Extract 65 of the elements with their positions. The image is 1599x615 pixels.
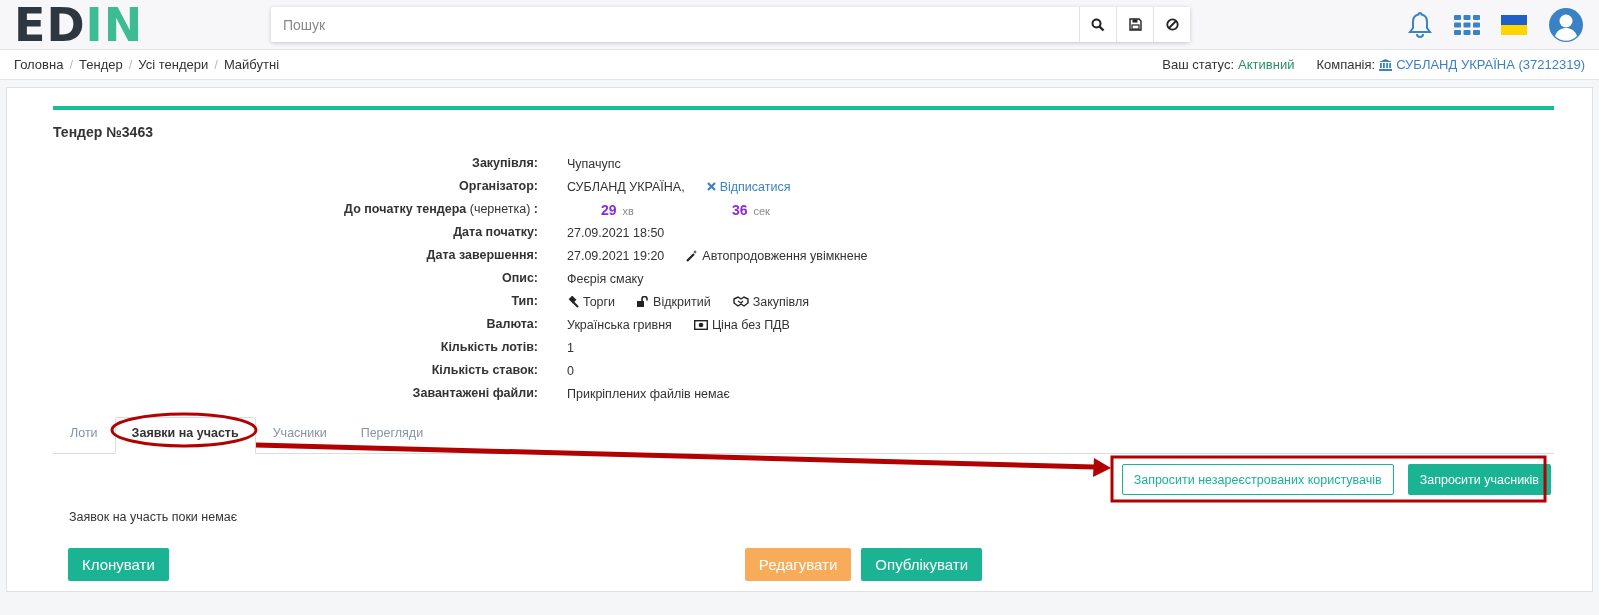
breadcrumb-link[interactable]: Головна	[14, 57, 64, 72]
field-label: Дата завершення:	[425, 247, 538, 264]
tab[interactable]: Перегляди	[343, 417, 441, 454]
field-value: Чупачупс	[567, 156, 621, 171]
publish-button[interactable]: Опублікувати	[861, 548, 983, 581]
field-value: СУБЛАНД УКРАЇНА,	[567, 179, 685, 194]
breadcrumb-link[interactable]: Тендер	[79, 57, 123, 72]
field-value: Феєрія смаку	[567, 271, 644, 286]
invite-button[interactable]: Запросити учасників	[1407, 464, 1551, 495]
tab[interactable]: Учасники	[255, 417, 344, 454]
field-label: Тип:	[510, 293, 538, 310]
field-label: Дата початку:	[452, 224, 538, 241]
breadcrumb-link[interactable]: Майбутні	[223, 57, 280, 72]
field-value: Українська гривня	[567, 317, 672, 332]
bell-icon[interactable]	[1407, 10, 1433, 39]
field-label: До початку тендера (чернетка) :	[343, 201, 538, 218]
close-icon	[706, 182, 716, 191]
handshake-icon	[732, 296, 749, 307]
countdown-unit: сек	[753, 204, 770, 217]
tab[interactable]: Лоти	[53, 417, 115, 454]
countdown-unit: хв	[622, 204, 634, 217]
flag-icon[interactable]	[1501, 14, 1527, 35]
countdown-number: 29	[601, 201, 617, 218]
company-link[interactable]: СУБЛАНД УКРАЇНА (37212319)	[1396, 57, 1585, 72]
banknote-icon	[693, 319, 708, 330]
breadcrumb-separator: /	[128, 57, 133, 72]
field-label: Кількість лотів:	[439, 339, 538, 356]
invite-button[interactable]: Запросити незареєстрованих користувачів	[1121, 464, 1394, 495]
field-label: Кількість ставок:	[430, 362, 538, 379]
field-value: 27.09.2021 18:50	[567, 225, 665, 240]
breadcrumb-link[interactable]: Усі тендери	[138, 57, 209, 72]
tender-title: Тендер №3463	[53, 123, 154, 142]
search-icon[interactable]	[1079, 7, 1116, 42]
avatar-icon[interactable]	[1549, 7, 1583, 42]
status-label: Ваш статус:	[1162, 57, 1235, 72]
apps-grid-icon[interactable]	[1454, 14, 1480, 35]
status-value: Активний	[1238, 57, 1295, 72]
field-value: Відкритий	[653, 294, 711, 309]
save-icon[interactable]	[1116, 7, 1153, 42]
field-value: Автопродовження увімкнене	[702, 248, 868, 263]
breadcrumb-separator: /	[214, 57, 218, 72]
field-label: Валюта:	[485, 316, 538, 333]
field-value: 1	[567, 340, 574, 355]
logo[interactable]: EDIN	[14, 0, 144, 52]
field-value: Закупівля	[752, 294, 809, 309]
field-label: Організатор:	[458, 178, 538, 195]
company-label: Компанія:	[1316, 57, 1376, 72]
bank-icon	[1379, 58, 1393, 71]
field-label: Завантажені файли:	[411, 385, 538, 402]
wand-icon	[686, 249, 699, 262]
field-label: Опис:	[500, 270, 538, 287]
field-value: Прикріплених файлів немає	[567, 386, 730, 401]
field-value: Торги	[583, 294, 616, 309]
gavel-icon	[567, 295, 579, 308]
unsubscribe-link[interactable]: Відписатися	[719, 179, 791, 194]
field-label: Закупівля:	[471, 155, 538, 172]
breadcrumb-separator: /	[69, 57, 74, 72]
unlock-icon	[637, 296, 650, 307]
field-value: 27.09.2021 19:20	[567, 248, 665, 263]
clone-button[interactable]: Клонувати	[68, 548, 169, 581]
field-value: 0	[567, 363, 574, 378]
countdown-number: 36	[731, 201, 748, 218]
ban-icon[interactable]	[1153, 7, 1190, 42]
field-value: Ціна без ПДВ	[711, 317, 790, 332]
empty-message: Заявок на участь поки немає	[69, 509, 239, 525]
